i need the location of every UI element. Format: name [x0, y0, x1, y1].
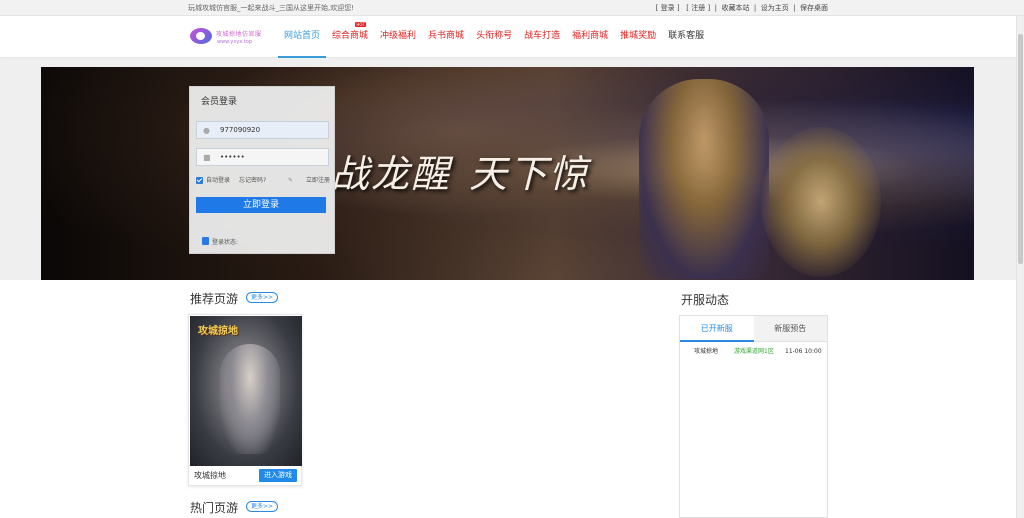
top-links: [ 登录 ] [ 注册 ] | 收藏本站 | 设为主页 | 保存桌面: [655, 2, 828, 14]
slogan-part-2: 天下惊: [469, 152, 590, 196]
main-nav: 网站首页 综合商城 HOT 冲级福利 兵书商城 头衔称号 战车打造 福利商城 推城…: [278, 16, 710, 58]
nav-item-level-welfare[interactable]: 冲级福利: [374, 16, 422, 58]
game-name: 攻城掠地: [194, 471, 226, 480]
login-submit-button[interactable]: 立即登录: [196, 197, 326, 213]
nav-item-chariot[interactable]: 战车打造: [518, 16, 566, 58]
nav-item-welfare-mall[interactable]: 福利商城: [566, 16, 614, 58]
server-name: 游戏渠道网1区: [734, 348, 774, 355]
hot-badge: HOT: [355, 22, 367, 27]
tab-opened-servers[interactable]: 已开新服: [680, 316, 754, 342]
welcome-text: 玩城攻城仿官服_一起来战斗_三国从这里开始,欢迎您!: [188, 4, 355, 12]
hot-section-title: 热门页游: [190, 501, 239, 515]
lock-icon: ■: [203, 153, 211, 162]
logo-url: www.yxyx.top: [217, 39, 253, 45]
nav-item-book-mall[interactable]: 兵书商城: [422, 16, 470, 58]
banner-warrior-art: [639, 79, 769, 279]
nav-item-mall[interactable]: 综合商城 HOT: [326, 16, 374, 58]
server-panel: 已开新服 新服预告 攻城掠地 游戏渠道网1区 11-06 10:00: [679, 315, 828, 518]
auto-login-checkbox[interactable]: [196, 177, 203, 184]
nav-item-city-reward[interactable]: 推城奖励: [614, 16, 662, 58]
hero-banner: 战龙醒 天下惊: [41, 67, 974, 280]
game-cover-figure: [220, 344, 280, 454]
banner-beast-art: [761, 127, 881, 277]
login-status: 登录状态:: [202, 237, 238, 248]
server-game: 攻城掠地: [694, 348, 719, 355]
server-section-title: 开服动态: [681, 293, 730, 307]
recommend-more-button[interactable]: 更多>>: [246, 292, 279, 303]
nav-item-home[interactable]: 网站首页: [278, 16, 327, 58]
pen-icon: ✎: [288, 177, 294, 184]
register-link[interactable]: 注册: [691, 2, 705, 14]
site-header: 攻城掠地仿官服 www.yxyx.top 网站首页 综合商城 HOT 冲级福利 兵…: [0, 16, 1024, 58]
nav-item-label: 综合商城: [332, 31, 369, 41]
logo-title: 攻城掠地仿官服: [216, 31, 262, 38]
register-now-link[interactable]: 立即注册: [306, 176, 330, 186]
set-homepage-link[interactable]: 设为主页: [761, 2, 789, 14]
server-row[interactable]: 攻城掠地 游戏渠道网1区 11-06 10:00: [680, 346, 827, 358]
user-icon: ●: [203, 126, 210, 135]
password-field[interactable]: ■ ••••••: [196, 148, 329, 166]
tab-upcoming-servers[interactable]: 新服预告: [753, 316, 827, 342]
username-field[interactable]: ● 977090920: [196, 121, 329, 139]
banner-slogan: 战龙醒 天下惊: [331, 143, 589, 198]
nav-item-titles[interactable]: 头衔称号: [470, 16, 518, 58]
server-tabs: 已开新服 新服预告: [680, 316, 827, 342]
slogan-part-1: 战龙醒: [331, 152, 452, 196]
site-logo[interactable]: 攻城掠地仿官服 www.yxyx.top: [190, 24, 270, 50]
server-time: 11-06 10:00: [785, 348, 822, 355]
status-lock-icon: [202, 237, 209, 245]
game-cover-title: 攻城掠地: [198, 326, 238, 337]
login-link[interactable]: 登录: [661, 2, 675, 14]
save-desktop-link[interactable]: 保存桌面: [800, 2, 828, 14]
nav-item-contact[interactable]: 联系客服: [662, 16, 710, 58]
recommend-section-title: 推荐页游: [190, 292, 239, 306]
login-status-label: 登录状态:: [212, 239, 239, 246]
auto-login-label[interactable]: 自动登录: [206, 176, 230, 186]
enter-game-button[interactable]: 进入游戏: [259, 469, 297, 482]
game-cover-image[interactable]: 攻城掠地: [190, 316, 302, 466]
login-panel: 会员登录 ● 977090920 ■ •••••• 自动登录 忘记密码? ✎ 立…: [189, 86, 335, 254]
bookmark-link[interactable]: 收藏本站: [721, 2, 749, 14]
login-title: 会员登录: [201, 97, 238, 107]
top-bar: 玩城攻城仿官服_一起来战斗_三国从这里开始,欢迎您! [ 登录 ] [ 注册 ]…: [0, 0, 1024, 16]
forgot-password-link[interactable]: 忘记密码?: [239, 176, 266, 186]
page-scrollbar[interactable]: [1016, 16, 1024, 518]
password-value: ••••••: [220, 153, 245, 161]
login-options: 自动登录 忘记密码? ✎ 立即注册: [196, 176, 332, 188]
logo-swirl-icon: [190, 28, 212, 44]
scrollbar-thumb[interactable]: [1018, 34, 1023, 264]
hot-more-button[interactable]: 更多>>: [246, 501, 279, 512]
game-card[interactable]: 攻城掠地 攻城掠地 进入游戏: [188, 314, 302, 486]
username-value: 977090920: [220, 126, 261, 134]
